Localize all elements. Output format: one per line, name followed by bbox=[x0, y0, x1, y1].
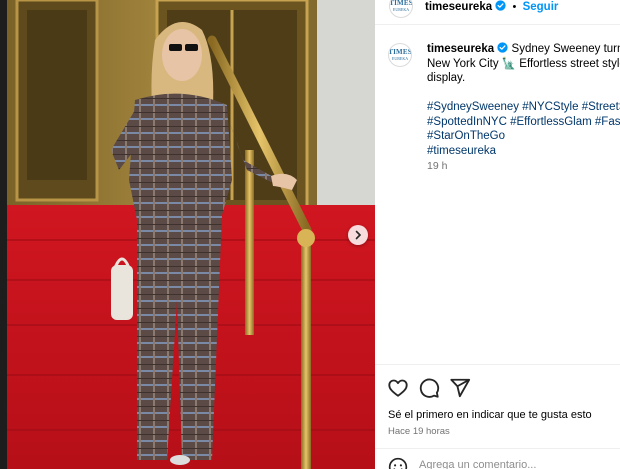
hashtag-line[interactable]: #SpottedInNYC #EffortlessGlam #Fashio bbox=[427, 116, 620, 128]
heart-icon[interactable] bbox=[387, 377, 409, 399]
chevron-right-icon bbox=[355, 230, 362, 240]
comment-input[interactable] bbox=[419, 459, 609, 469]
post-actions: Sé el primero en indicar que te gusta es… bbox=[375, 364, 620, 454]
post-sidebar: TIMES EUREKA timeseureka • Seguir TIMES … bbox=[375, 0, 620, 469]
avatar[interactable]: TIMES EUREKA bbox=[389, 0, 413, 18]
follow-button[interactable]: Seguir bbox=[523, 1, 559, 13]
hashtag-line[interactable]: #SydneySweeney #NYCStyle #StreetStyle bbox=[427, 101, 620, 113]
caption-timestamp[interactable]: 19 h bbox=[427, 160, 447, 172]
post-header: TIMES EUREKA timeseureka • Seguir bbox=[375, 0, 620, 25]
avatar-subtext: EUREKA bbox=[391, 56, 409, 61]
comment-bar bbox=[375, 448, 620, 469]
username-link[interactable]: timeseureka bbox=[425, 1, 492, 13]
caption-text-line3: display. bbox=[427, 72, 466, 84]
hashtag-list: #SydneySweeney #NYCStyle #StreetStyle #S… bbox=[427, 100, 620, 158]
post-photo[interactable] bbox=[7, 0, 375, 469]
caption-text-line2: New York City 🗽 Effortless street style … bbox=[427, 57, 620, 70]
photo-illustration bbox=[7, 0, 375, 469]
share-icon[interactable] bbox=[449, 377, 471, 399]
emoji-icon[interactable] bbox=[388, 457, 408, 469]
verified-badge-icon bbox=[495, 0, 506, 11]
avatar-text: TIMES bbox=[388, 48, 412, 56]
verified-badge-icon bbox=[497, 42, 508, 53]
header-username-row: timeseureka • Seguir bbox=[425, 0, 559, 13]
left-margin-strip bbox=[0, 0, 7, 469]
hashtag-line[interactable]: #timeseureka bbox=[427, 145, 496, 157]
caption-text-line1: Sydney Sweeney turns he bbox=[511, 43, 620, 55]
hashtag-line[interactable]: #StarOnTheGo bbox=[427, 130, 505, 142]
caption-avatar[interactable]: TIMES EUREKA bbox=[388, 43, 412, 67]
likes-prompt[interactable]: Sé el primero en indicar que te gusta es… bbox=[388, 409, 592, 421]
avatar-text: TIMES bbox=[389, 0, 413, 7]
post-timestamp: Hace 19 horas bbox=[388, 426, 450, 437]
separator-dot: • bbox=[512, 1, 517, 13]
next-photo-button[interactable] bbox=[348, 225, 368, 245]
comment-icon[interactable] bbox=[418, 377, 440, 399]
avatar-subtext: EUREKA bbox=[392, 7, 410, 12]
caption-username[interactable]: timeseureka bbox=[427, 43, 494, 55]
post-caption: timeseureka Sydney Sweeney turns he New … bbox=[427, 42, 620, 86]
